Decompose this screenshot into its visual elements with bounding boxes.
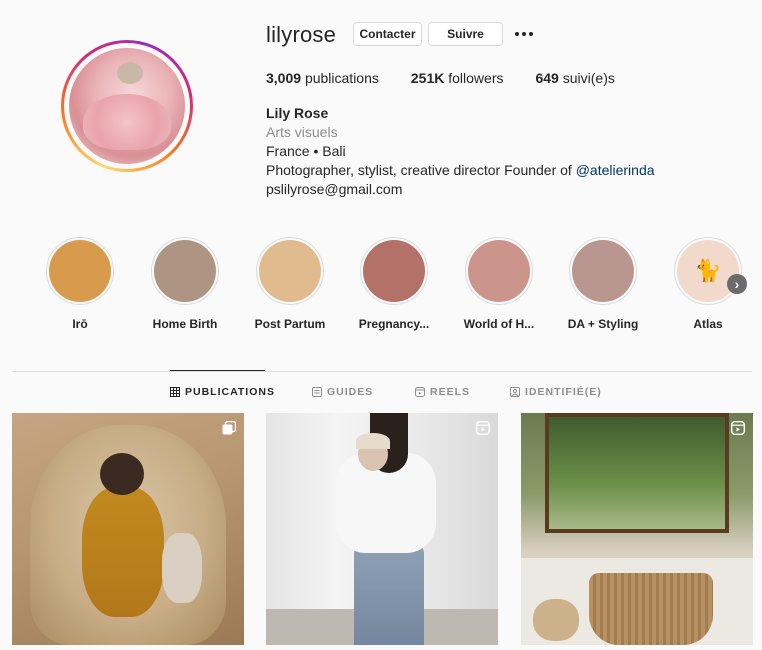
profile-avatar[interactable] <box>61 40 193 172</box>
profile-full-name: Lily Rose <box>266 105 329 121</box>
profile-stats: 3,009 publications 251K followers 649 su… <box>266 70 647 86</box>
tabs-divider <box>12 371 752 372</box>
tab-publications[interactable]: PUBLICATIONS <box>170 386 275 398</box>
bio-text: Photographer, stylist, creative director… <box>266 162 576 178</box>
post-image-jeans <box>354 543 424 645</box>
highlight-ring <box>360 237 428 305</box>
highlight-cover <box>154 240 216 302</box>
tab-label: GUIDES <box>327 386 374 398</box>
highlight-cover <box>259 240 321 302</box>
highlight-world-of-h[interactable]: World of H... <box>459 237 539 331</box>
post-image-cat <box>533 599 579 641</box>
post-image-toy <box>162 533 202 603</box>
bio-location: France • Bali <box>266 143 346 159</box>
guides-icon <box>312 387 322 397</box>
active-tab-indicator <box>170 370 265 371</box>
avatar-photo <box>69 48 185 164</box>
highlights-next-arrow-icon[interactable]: › <box>727 274 747 294</box>
following-label: suivi(e)s <box>562 70 615 86</box>
highlight-cover <box>49 240 111 302</box>
post-image-blanket <box>82 487 164 617</box>
highlight-label: Post Partum <box>254 317 326 331</box>
highlight-post-partum[interactable]: Post Partum <box>250 237 330 331</box>
posts-label: publications <box>304 70 379 86</box>
follow-button[interactable]: Suivre <box>428 22 503 46</box>
highlight-label: Atlas <box>693 317 723 331</box>
contact-button[interactable]: Contacter <box>353 22 422 46</box>
bio-mention-link[interactable]: @atelierinda <box>576 162 655 178</box>
highlight-label: Home Birth <box>152 317 218 331</box>
profile-category: Arts visuels <box>266 124 338 140</box>
followers-count: 251K <box>410 70 445 86</box>
post-thumbnail[interactable] <box>12 413 244 645</box>
highlight-ring <box>256 237 324 305</box>
posts-count: 3,009 <box>266 70 302 86</box>
highlight-da-styling[interactable]: DA + Styling <box>563 237 643 331</box>
grid-icon <box>170 387 180 397</box>
tab-guides[interactable]: GUIDES <box>312 386 373 398</box>
highlight-label: DA + Styling <box>567 317 639 331</box>
tagged-icon <box>510 387 520 397</box>
highlight-ring: 🐈 <box>674 237 742 305</box>
tab-label: REELS <box>430 386 471 398</box>
highlight-home-birth[interactable]: Home Birth <box>145 237 225 331</box>
post-image-bassinet <box>589 573 713 645</box>
highlight-ring <box>465 237 533 305</box>
highlight-ring <box>46 237 114 305</box>
reels-icon <box>415 387 425 397</box>
post-image-hair <box>356 433 390 449</box>
highlight-cover <box>572 240 634 302</box>
bio-description: Photographer, stylist, creative director… <box>266 162 655 178</box>
highlight-ring <box>151 237 219 305</box>
highlight-cover <box>363 240 425 302</box>
avatar-ring-gap <box>64 43 190 169</box>
tab-reels[interactable]: REELS <box>415 386 470 398</box>
highlight-pregnancy[interactable]: Pregnancy... <box>354 237 434 331</box>
post-image-baby <box>100 453 144 495</box>
bio-email: pslilyrose@gmail.com <box>266 181 403 197</box>
following-stat[interactable]: 649 suivi(e)s <box>535 70 614 86</box>
tab-label: PUBLICATIONS <box>185 386 275 398</box>
more-options-icon[interactable] <box>515 29 537 39</box>
carousel-icon <box>222 421 236 435</box>
profile-username: lilyrose <box>266 22 337 47</box>
following-count: 649 <box>535 70 559 86</box>
post-image-window <box>545 413 729 533</box>
post-thumbnail[interactable] <box>521 413 753 645</box>
posts-stat: 3,009 publications <box>266 70 379 86</box>
tab-label: IDENTIFIÉ(E) <box>525 386 602 398</box>
followers-stat[interactable]: 251K followers <box>411 70 504 86</box>
cat-icon: 🐈 <box>694 258 722 283</box>
highlight-ring <box>569 237 637 305</box>
post-thumbnail[interactable] <box>266 413 498 645</box>
highlight-label: Irō <box>72 317 88 331</box>
highlight-label: World of H... <box>463 317 535 331</box>
highlight-iro[interactable]: Irō <box>40 237 120 331</box>
highlight-label: Pregnancy... <box>358 317 430 331</box>
reel-icon <box>731 421 745 435</box>
highlight-cover <box>468 240 530 302</box>
highlight-cover: 🐈 <box>677 240 739 302</box>
followers-label: followers <box>448 70 504 86</box>
tab-tagged[interactable]: IDENTIFIÉ(E) <box>510 386 602 398</box>
reel-icon <box>476 421 490 435</box>
